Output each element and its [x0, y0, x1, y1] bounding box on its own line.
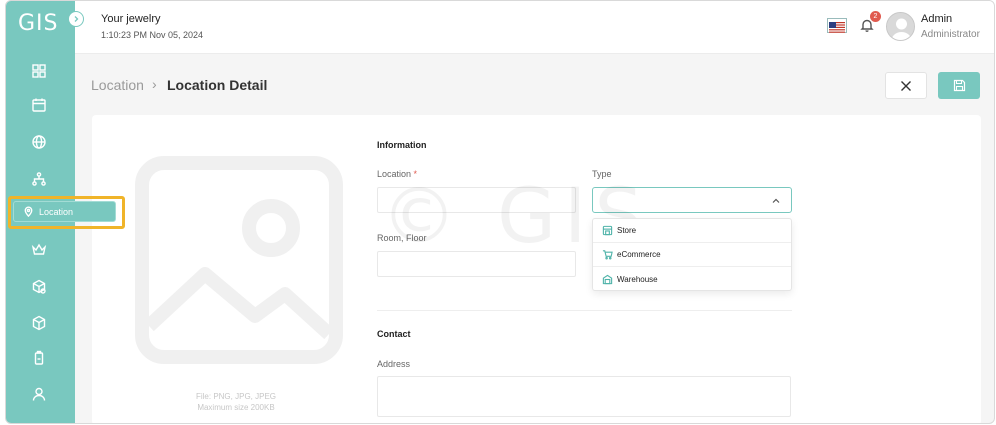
close-icon	[901, 80, 911, 91]
org-chart-icon[interactable]	[29, 169, 49, 189]
address-field-label: Address	[377, 359, 411, 369]
location-field-label: Location *	[377, 169, 417, 179]
globe-icon[interactable]	[29, 132, 49, 152]
contact-section-title: Contact	[377, 329, 411, 339]
gis-logo: GIS	[18, 11, 59, 36]
type-field-label: Type	[592, 169, 612, 179]
store-icon	[602, 225, 613, 236]
save-icon	[953, 79, 965, 92]
app-window: GIS Location Your jewelry 1:10:23 PM Nov…	[5, 0, 995, 424]
type-dropdown-menu: Store eCommerce Warehouse	[592, 218, 792, 291]
type-option-store[interactable]: Store	[593, 219, 791, 243]
sidebar-item-location[interactable]: Location	[13, 201, 116, 222]
type-option-ecommerce[interactable]: eCommerce	[593, 243, 791, 267]
avatar[interactable]	[886, 12, 915, 41]
location-pin-icon	[24, 206, 33, 217]
close-button[interactable]	[885, 72, 927, 99]
address-input[interactable]	[377, 376, 791, 417]
chevron-up-icon	[772, 198, 780, 203]
calendar-icon[interactable]	[29, 95, 49, 115]
save-button[interactable]	[938, 72, 980, 99]
room-field-label: Room, Floor	[377, 233, 427, 243]
notification-badge: 2	[870, 11, 881, 22]
user-role: Administrator	[921, 29, 980, 40]
image-upload-placeholder[interactable]	[135, 156, 343, 364]
location-label-text: Location	[377, 169, 412, 179]
option-label: Store	[617, 226, 637, 235]
user-name: Admin	[921, 13, 953, 25]
room-floor-input[interactable]	[377, 251, 576, 277]
image-placeholder-icon	[135, 156, 343, 364]
option-label: Warehouse	[617, 274, 658, 284]
crown-icon[interactable]	[29, 240, 49, 260]
chevron-right-icon	[74, 16, 79, 22]
warehouse-icon	[602, 274, 613, 284]
current-datetime: 1:10:23 PM Nov 05, 2024	[101, 30, 204, 40]
location-input[interactable]	[377, 187, 576, 213]
breadcrumb-separator: ›	[152, 76, 157, 92]
user-icon[interactable]	[29, 384, 49, 404]
us-flag-icon[interactable]	[827, 18, 847, 33]
battery-icon[interactable]	[29, 348, 49, 368]
information-section-title: Information	[377, 140, 427, 150]
page-title: Location Detail	[167, 77, 268, 93]
dashboard-icon[interactable]	[29, 61, 49, 81]
option-label: eCommerce	[617, 250, 661, 259]
required-asterisk: *	[413, 169, 418, 179]
shopping-cart-icon	[602, 250, 613, 260]
file-hint: File: PNG, JPG, JPEG Maximum size 200KB	[176, 391, 296, 413]
type-option-warehouse[interactable]: Warehouse	[593, 267, 791, 291]
sidebar-item-label: Location	[39, 206, 74, 217]
file-types-hint: File: PNG, JPG, JPEG	[195, 392, 276, 401]
box-gear-icon[interactable]	[29, 277, 49, 297]
section-divider	[377, 310, 792, 311]
store-name: Your jewelry	[101, 13, 161, 25]
type-select[interactable]	[592, 187, 792, 213]
user-avatar-icon	[887, 13, 914, 40]
sidebar-toggle-button[interactable]	[68, 11, 84, 27]
top-header: Your jewelry 1:10:23 PM Nov 05, 2024 2 A…	[75, 1, 994, 54]
cube-icon[interactable]	[29, 313, 49, 333]
file-size-hint: Maximum size 200KB	[197, 403, 275, 412]
breadcrumb-parent[interactable]: Location	[91, 77, 144, 93]
